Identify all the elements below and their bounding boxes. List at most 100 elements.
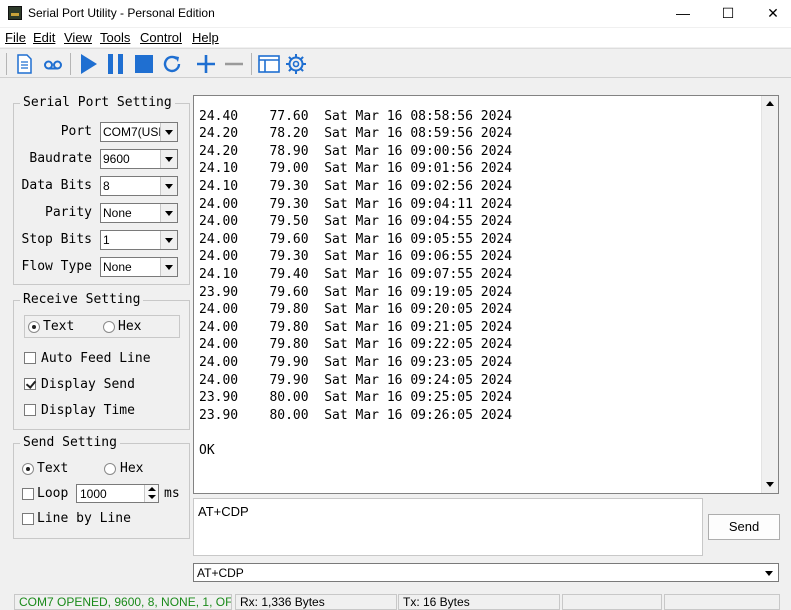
send-history-select[interactable]: AT+CDP — [193, 563, 779, 582]
loop-label: Loop — [37, 486, 69, 501]
display-send-label: Display Send — [41, 377, 135, 392]
play-icon[interactable] — [76, 52, 100, 76]
send-hex-label: Hex — [120, 461, 144, 476]
loop-interval-value: 1000 — [80, 487, 107, 501]
receive-hex-radio[interactable] — [103, 321, 115, 333]
line-by-line-label: Line by Line — [37, 511, 131, 526]
send-input[interactable] — [193, 498, 703, 556]
menu-control-label: Control — [140, 30, 182, 45]
menu-tools-label: Tools — [100, 30, 131, 45]
baudrate-value: 9600 — [103, 152, 130, 166]
refresh-icon[interactable] — [160, 52, 184, 76]
data-bits-select[interactable]: 8 — [100, 176, 178, 196]
receive-log: 24.40 77.60 Sat Mar 16 08:58:56 2024 24.… — [199, 108, 513, 458]
stop-bits-value: 1 — [103, 233, 110, 247]
flow-type-value: None — [103, 260, 132, 274]
minimize-button[interactable]: — — [660, 0, 706, 27]
chevron-down-icon — [761, 564, 778, 581]
pause-icon[interactable] — [104, 52, 128, 76]
vertical-scrollbar[interactable] — [761, 96, 778, 493]
chevron-down-icon — [160, 150, 177, 168]
chevron-down-icon — [160, 123, 177, 141]
stop-bits-label: Stop Bits — [21, 232, 92, 247]
parity-select[interactable]: None — [100, 203, 178, 223]
send-hex-radio[interactable] — [104, 463, 116, 475]
flow-type-select[interactable]: None — [100, 257, 178, 277]
scroll-up-icon[interactable] — [766, 101, 774, 106]
loop-unit: ms — [164, 486, 180, 501]
auto-feed-line-checkbox[interactable] — [24, 352, 36, 364]
flow-type-label: Flow Type — [21, 259, 92, 274]
chevron-down-icon — [160, 258, 177, 276]
display-send-checkbox[interactable] — [24, 378, 36, 390]
scroll-down-icon[interactable] — [766, 482, 774, 487]
parity-label: Parity — [45, 205, 92, 220]
data-bits-value: 8 — [103, 179, 110, 193]
menu-help[interactable]: Help — [192, 30, 219, 45]
loop-stepper[interactable] — [144, 485, 158, 502]
rx-counter: Rx: 1,336 Bytes — [235, 594, 397, 610]
status-empty-cell — [562, 594, 662, 610]
menu-view-label: View — [64, 30, 92, 45]
menu-edit[interactable]: Edit — [33, 30, 55, 45]
gear-icon[interactable] — [284, 52, 308, 76]
app-window: Serial Port Utility - Personal Edition —… — [0, 0, 791, 610]
menu-help-label: Help — [192, 30, 219, 45]
serial-port-setting-group: Serial Port Setting Port COM7(USE Baudra… — [13, 95, 190, 285]
link-icon[interactable] — [41, 52, 65, 76]
window-icon[interactable] — [257, 52, 281, 76]
receive-text-radio[interactable] — [28, 321, 40, 333]
send-history-value: AT+CDP — [197, 566, 244, 580]
app-icon — [8, 6, 22, 20]
send-button[interactable]: Send — [708, 514, 780, 540]
new-document-icon[interactable] — [12, 52, 36, 76]
data-bits-label: Data Bits — [21, 178, 92, 193]
close-button[interactable]: ✕ — [750, 0, 791, 27]
menu-tools[interactable]: Tools — [100, 30, 130, 45]
menu-edit-label: Edit — [33, 30, 56, 45]
receive-mode-box: Text Hex — [24, 315, 180, 338]
toolbar-separator — [70, 53, 71, 75]
send-text-label: Text — [37, 461, 69, 476]
tx-counter: Tx: 16 Bytes — [398, 594, 560, 610]
port-select[interactable]: COM7(USE — [100, 122, 178, 142]
stop-icon[interactable] — [132, 52, 156, 76]
window-title: Serial Port Utility - Personal Edition — [28, 6, 215, 20]
baudrate-select[interactable]: 9600 — [100, 149, 178, 169]
title-bar: Serial Port Utility - Personal Edition —… — [0, 0, 791, 27]
line-by-line-checkbox[interactable] — [22, 513, 34, 525]
menu-control[interactable]: Control — [140, 30, 182, 45]
loop-checkbox[interactable] — [22, 488, 34, 500]
port-label: Port — [60, 124, 92, 139]
display-time-checkbox[interactable] — [24, 404, 36, 416]
serial-port-setting-title: Serial Port Setting — [20, 95, 175, 110]
receive-setting-group: Receive Setting Text Hex Auto Feed Line … — [13, 292, 190, 430]
status-bar: COM7 OPENED, 9600, 8, NONE, 1, OFF Rx: 1… — [0, 593, 791, 610]
stepper-up-icon[interactable] — [148, 487, 156, 491]
receive-hex-label: Hex — [118, 319, 142, 334]
stop-bits-select[interactable]: 1 — [100, 230, 178, 250]
loop-interval-input[interactable]: 1000 — [76, 484, 159, 503]
receive-text-area[interactable]: 24.40 77.60 Sat Mar 16 08:58:56 2024 24.… — [193, 95, 779, 494]
stepper-down-icon[interactable] — [148, 495, 156, 499]
menu-view[interactable]: View — [64, 30, 92, 45]
chevron-down-icon — [160, 231, 177, 249]
minus-icon[interactable] — [222, 52, 246, 76]
chevron-down-icon — [160, 204, 177, 222]
status-empty-cell — [664, 594, 780, 610]
parity-value: None — [103, 206, 132, 220]
receive-setting-title: Receive Setting — [20, 292, 144, 307]
chevron-down-icon — [160, 177, 177, 195]
receive-text-label: Text — [43, 319, 75, 334]
toolbar-separator — [251, 53, 252, 75]
plus-icon[interactable] — [194, 52, 218, 76]
auto-feed-line-label: Auto Feed Line — [41, 351, 151, 366]
scrollbar-thumb[interactable] — [763, 114, 777, 364]
display-time-label: Display Time — [41, 403, 135, 418]
maximize-button[interactable]: ☐ — [705, 0, 751, 27]
toolbar-separator — [6, 53, 7, 75]
send-text-radio[interactable] — [22, 463, 34, 475]
menu-file[interactable]: File — [5, 30, 26, 45]
send-setting-title: Send Setting — [20, 435, 120, 450]
send-setting-group: Send Setting Text Hex Loop 1000 ms Line … — [13, 435, 190, 539]
